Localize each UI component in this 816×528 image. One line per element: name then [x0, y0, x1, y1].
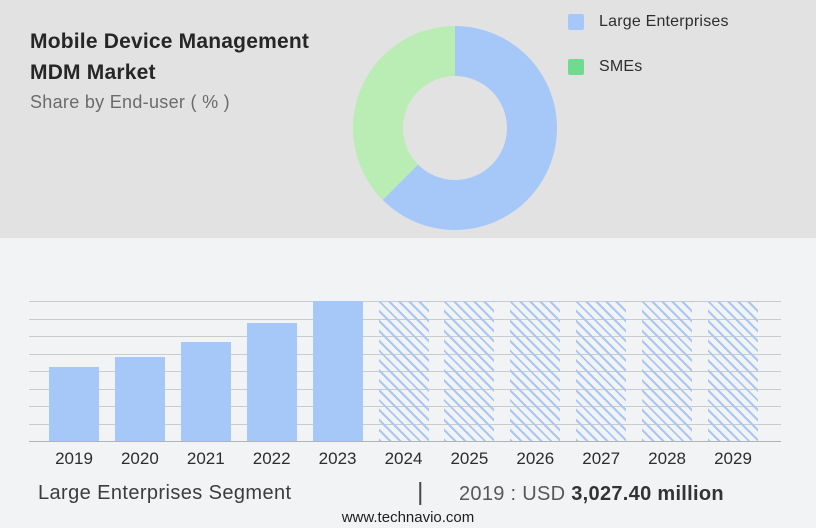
x-axis-label-2023: 2023: [319, 449, 357, 469]
bar-2029-forecast: [708, 301, 758, 441]
x-axis-label-2022: 2022: [253, 449, 291, 469]
footer-separator: |: [417, 478, 424, 507]
bar-2021: [181, 342, 231, 441]
footer-value-bold: 3,027.40 million: [571, 483, 724, 505]
segment-label: Large Enterprises Segment: [38, 482, 291, 505]
page-title-line1: Mobile Device Management: [30, 26, 340, 57]
x-axis-label-2019: 2019: [55, 449, 93, 469]
bar-2023: [313, 301, 363, 441]
bar-2024-forecast: [379, 301, 429, 441]
footer-value: 2019 : USD 3,027.40 million: [459, 483, 724, 506]
legend-item-large-enterprises: Large Enterprises: [568, 13, 729, 31]
donut-hole: [403, 76, 507, 180]
legend-swatch-large-enterprises: [568, 14, 584, 30]
title-block: Mobile Device Management MDM Market Shar…: [30, 26, 340, 113]
x-axis-label-2028: 2028: [648, 449, 686, 469]
bar-2020: [115, 357, 165, 441]
page-title-line2: MDM Market: [30, 57, 340, 88]
x-axis-label-2025: 2025: [450, 449, 488, 469]
legend-label-smes: SMEs: [599, 58, 642, 76]
x-axis-label-2024: 2024: [385, 449, 423, 469]
x-axis-label-2021: 2021: [187, 449, 225, 469]
x-axis-label-2027: 2027: [582, 449, 620, 469]
legend-item-smes: SMEs: [568, 58, 729, 76]
header-section: Mobile Device Management MDM Market Shar…: [0, 0, 816, 238]
axis-baseline: [29, 441, 781, 442]
bar-chart-section: 2019 2020 2021 2022 2023 2024 2025 2026 2027 2028…: [0, 238, 816, 528]
website-text: www.technavio.com: [0, 509, 816, 526]
infographic-root: Mobile Device Management MDM Market Shar…: [0, 0, 816, 528]
legend-label-large-enterprises: Large Enterprises: [599, 13, 729, 31]
x-axis-label-2029: 2029: [714, 449, 752, 469]
page-subtitle: Share by End-user ( % ): [30, 92, 340, 113]
bar-2028-forecast: [642, 301, 692, 441]
bar-2027-forecast: [576, 301, 626, 441]
bar-2022: [247, 323, 297, 441]
donut-chart: [353, 26, 557, 230]
x-axis-label-2026: 2026: [516, 449, 554, 469]
legend: Large Enterprises SMEs: [568, 13, 729, 76]
bar-chart: 2019202020212022202320242025202620272028…: [29, 301, 781, 441]
bar-2025-forecast: [444, 301, 494, 441]
bar-2019: [49, 367, 99, 441]
bar-2026-forecast: [510, 301, 560, 441]
x-axis-label-2020: 2020: [121, 449, 159, 469]
footer-value-prefix: 2019 : USD: [459, 483, 571, 505]
legend-swatch-smes: [568, 59, 584, 75]
